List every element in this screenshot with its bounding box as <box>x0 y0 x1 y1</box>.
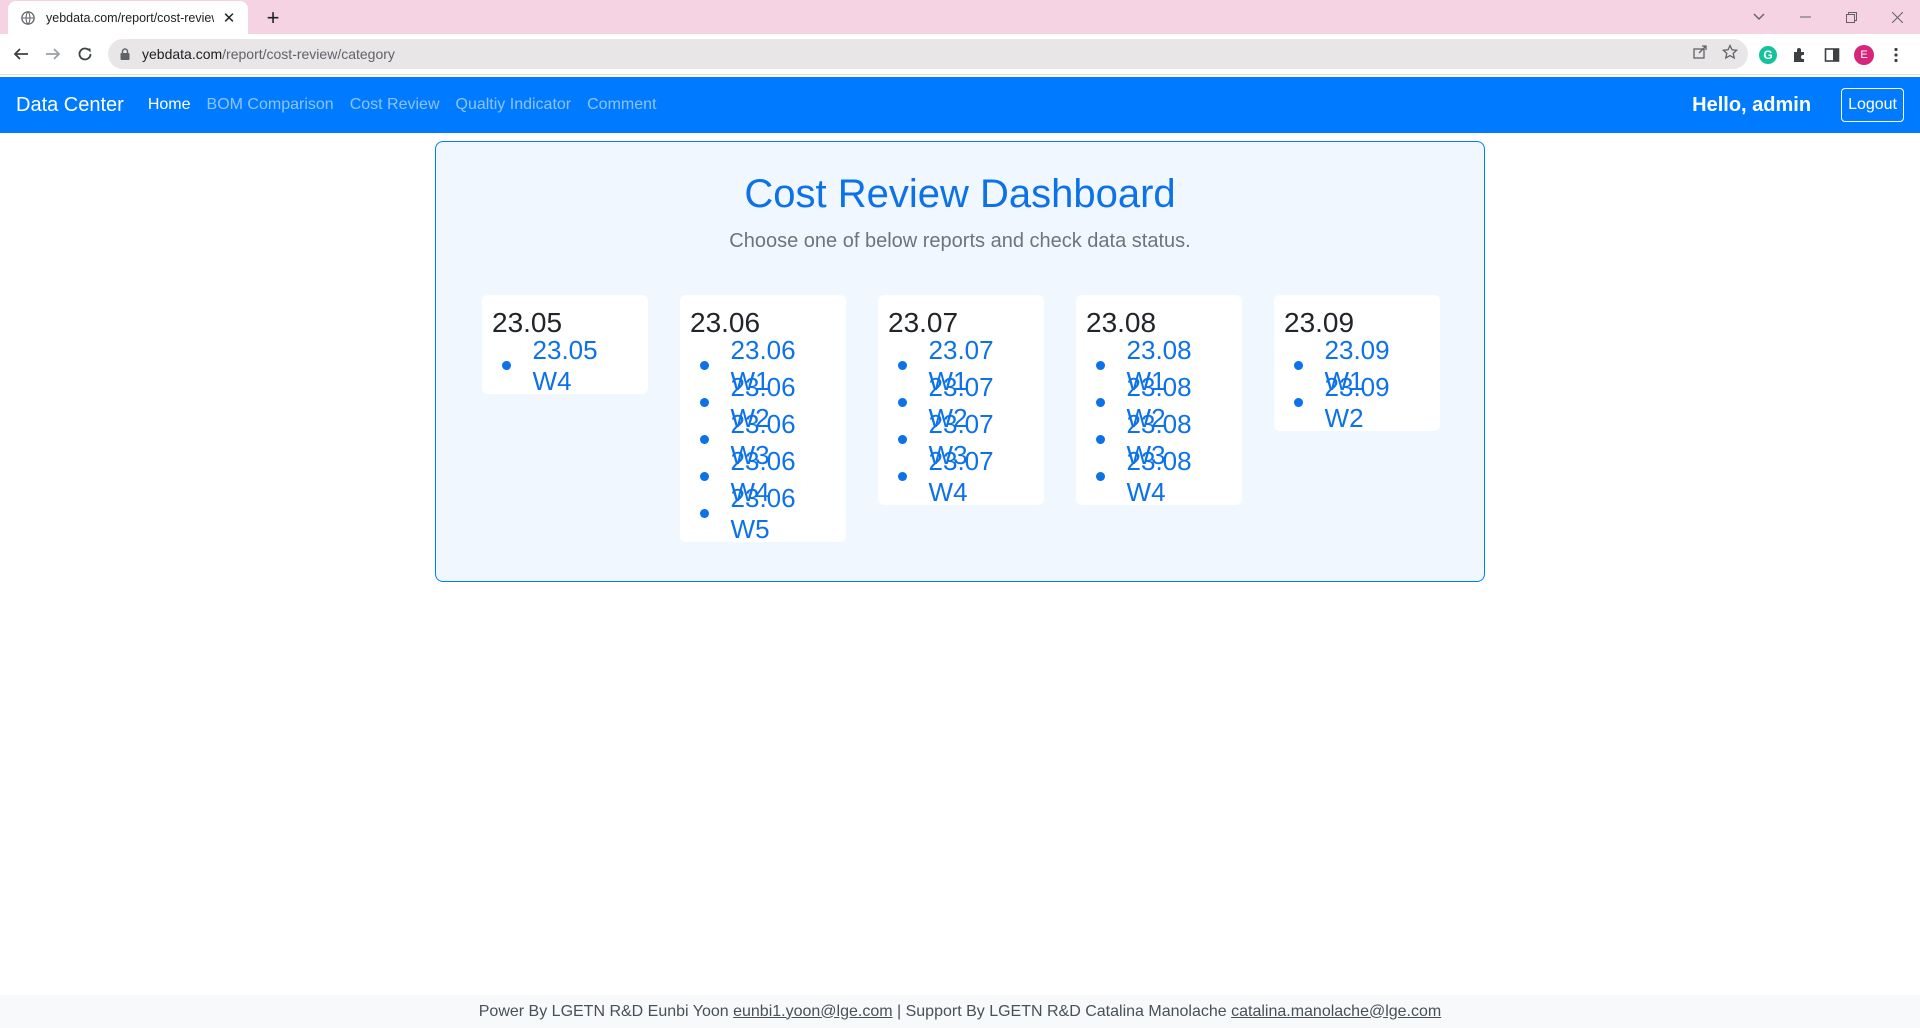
bullet-icon <box>700 398 709 407</box>
profile-avatar[interactable]: E <box>1850 41 1878 69</box>
grammarly-extension-icon[interactable]: G <box>1754 41 1782 69</box>
dashboard-panel: Cost Review Dashboard Choose one of belo… <box>435 141 1485 582</box>
user-greeting: Hello, admin <box>1692 93 1812 116</box>
category-card-23-06: 23.06 23.06 W1 23.06 W2 23.06 W3 23.06 W… <box>680 295 846 544</box>
restore-icon[interactable] <box>1828 0 1874 34</box>
footer-email-link-2[interactable]: catalina.manolache@lge.com <box>1231 1003 1441 1021</box>
report-link[interactable]: 23.08 W4 <box>1127 446 1232 508</box>
bullet-icon <box>700 509 709 518</box>
logout-button[interactable]: Logout <box>1841 88 1904 122</box>
bullet-icon <box>898 361 907 370</box>
lock-icon[interactable] <box>120 48 132 60</box>
footer-email-link-1[interactable]: eunbi1.yoon@lge.com <box>733 1003 892 1021</box>
report-list: 23.08 W1 23.08 W2 23.08 W3 23.08 W4 <box>1086 335 1232 507</box>
footer-credit-text: Power By LGETN R&D Eunbi Yoon <box>478 1002 734 1020</box>
close-tab-icon[interactable]: ✕ <box>220 9 238 27</box>
bullet-icon <box>1294 361 1303 370</box>
category-card-23-09: 23.09 23.09 W1 23.09 W2 <box>1274 295 1440 433</box>
bullet-icon <box>502 361 511 370</box>
bullet-icon <box>700 435 709 444</box>
category-card-23-08: 23.08 23.08 W1 23.08 W2 23.08 W3 23.08 W… <box>1076 295 1242 507</box>
category-card-23-07: 23.07 23.07 W1 23.07 W2 23.07 W3 23.07 W… <box>878 295 1044 507</box>
list-item: 23.07 W4 <box>888 446 1034 507</box>
minimize-icon[interactable] <box>1782 0 1828 34</box>
reload-icon[interactable] <box>70 39 100 69</box>
globe-icon <box>20 10 36 26</box>
report-list: 23.06 W1 23.06 W2 23.06 W3 23.06 W4 23.0… <box>690 335 836 544</box>
report-list: 23.05 W4 <box>492 335 638 396</box>
tab-title: yebdata.com/report/cost-review <box>46 10 214 25</box>
brand-logo-text[interactable]: Data Center <box>16 94 124 117</box>
report-list: 23.07 W1 23.07 W2 23.07 W3 23.07 W4 <box>888 335 1034 507</box>
bullet-icon <box>898 435 907 444</box>
list-item: 23.05 W4 <box>492 335 638 396</box>
list-item: 23.09 W2 <box>1284 372 1430 433</box>
nav-link-quality-indicator[interactable]: Qualtiy Indicator <box>456 96 572 114</box>
nav-link-comment[interactable]: Comment <box>587 96 656 114</box>
forward-arrow-icon[interactable] <box>38 39 68 69</box>
report-link[interactable]: 23.06 W5 <box>731 483 836 545</box>
bullet-icon <box>898 472 907 481</box>
tab-search-icon[interactable] <box>1736 0 1782 34</box>
new-tab-button[interactable]: + <box>260 5 286 31</box>
bullet-icon <box>1096 361 1105 370</box>
nav-link-cost-review[interactable]: Cost Review <box>350 96 440 114</box>
back-arrow-icon[interactable] <box>6 39 36 69</box>
list-item: 23.08 W4 <box>1086 446 1232 507</box>
page-footer: Power By LGETN R&D Eunbi Yoon eunbi1.yoo… <box>0 995 1920 1028</box>
extensions-puzzle-icon[interactable] <box>1786 41 1814 69</box>
browser-tab[interactable]: yebdata.com/report/cost-review ✕ <box>8 1 248 34</box>
share-icon[interactable] <box>1693 44 1708 64</box>
report-link[interactable]: 23.09 W2 <box>1325 372 1430 434</box>
nav-link-bom-comparison[interactable]: BOM Comparison <box>207 96 334 114</box>
page-subtitle: Choose one of below reports and check da… <box>729 230 1191 252</box>
category-card-23-05: 23.05 23.05 W4 <box>482 295 648 396</box>
app-navbar: Data Center Home BOM Comparison Cost Rev… <box>0 77 1920 133</box>
bullet-icon <box>1096 472 1105 481</box>
nav-link-home[interactable]: Home <box>148 96 191 114</box>
address-bar[interactable]: yebdata.com/report/cost-review/category <box>108 39 1748 69</box>
report-link[interactable]: 23.05 W4 <box>533 335 638 397</box>
bullet-icon <box>1294 398 1303 407</box>
bullet-icon <box>1096 435 1105 444</box>
bullet-icon <box>898 398 907 407</box>
side-panel-icon[interactable] <box>1818 41 1846 69</box>
bullet-icon <box>700 361 709 370</box>
footer-support-text: | Support By LGETN R&D Catalina Manolach… <box>892 1002 1232 1020</box>
page-title: Cost Review Dashboard <box>744 172 1176 216</box>
browser-toolbar: yebdata.com/report/cost-review/category … <box>0 34 1920 75</box>
list-item: 23.06 W5 <box>690 483 836 544</box>
bullet-icon <box>1096 398 1105 407</box>
browser-menu-icon[interactable] <box>1882 41 1910 69</box>
close-window-icon[interactable] <box>1874 0 1920 34</box>
report-list: 23.09 W1 23.09 W2 <box>1284 335 1430 433</box>
browser-tabstrip: yebdata.com/report/cost-review ✕ + <box>0 0 1920 34</box>
bookmark-star-icon[interactable] <box>1721 43 1739 65</box>
bullet-icon <box>700 472 709 481</box>
url-text: yebdata.com/report/cost-review/category <box>142 46 395 62</box>
report-link[interactable]: 23.07 W4 <box>929 446 1034 508</box>
